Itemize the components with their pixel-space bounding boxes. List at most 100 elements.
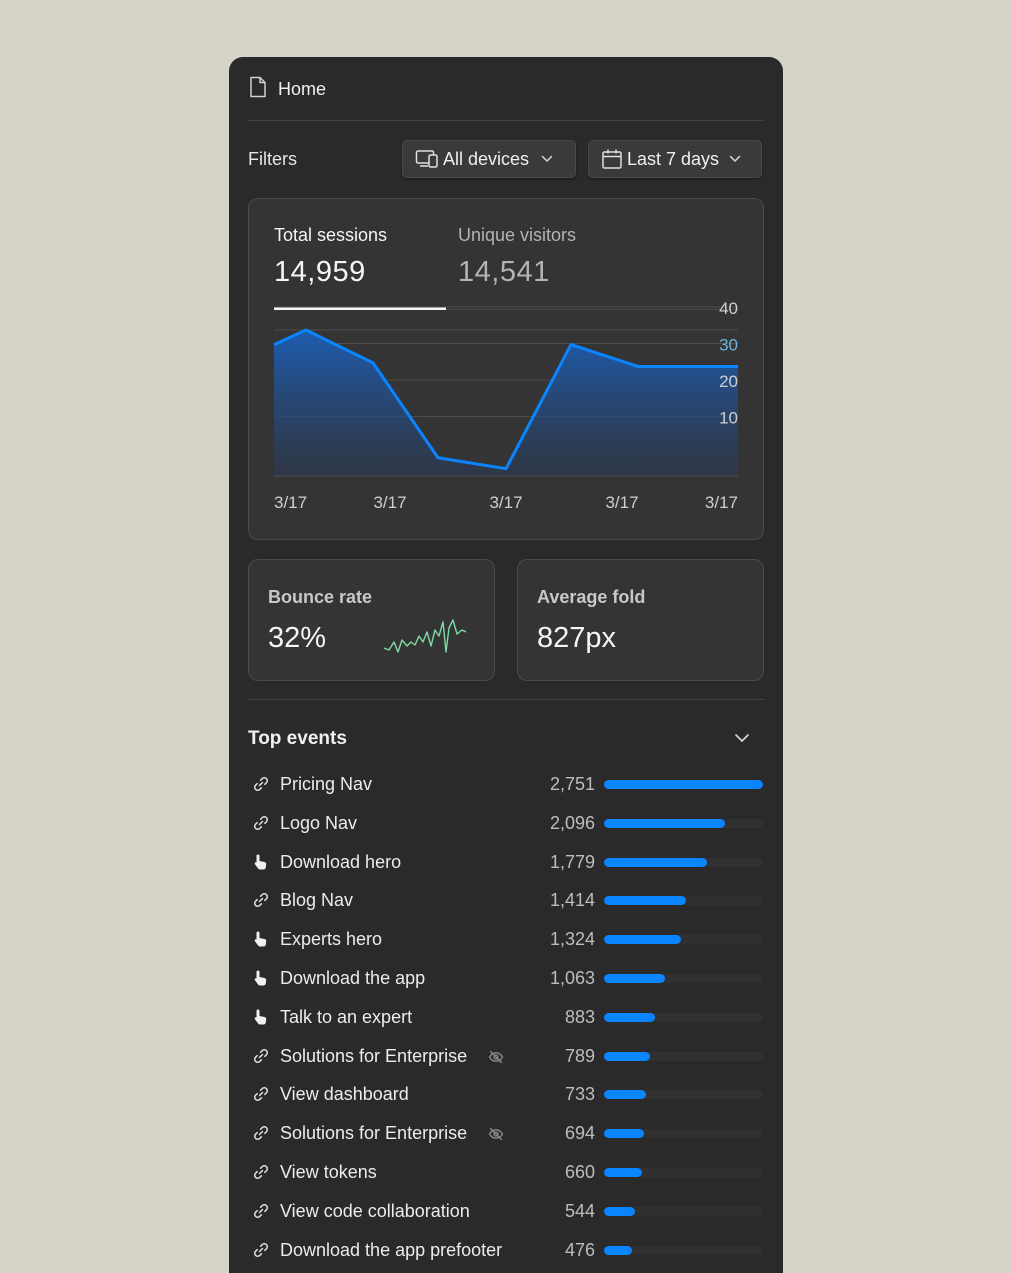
event-name: View dashboard bbox=[280, 1084, 409, 1105]
event-bar bbox=[604, 1051, 650, 1061]
devices-icon bbox=[415, 149, 439, 169]
event-bar-track bbox=[604, 1051, 763, 1061]
x-tick-label: 3/17 bbox=[705, 493, 738, 512]
sessions-chart-card: Total sessions 14,959 Unique visitors 14… bbox=[248, 198, 764, 540]
event-row[interactable]: View dashboard 733 bbox=[248, 1079, 764, 1109]
event-name: View tokens bbox=[280, 1162, 377, 1182]
event-bar bbox=[604, 818, 725, 828]
analytics-panel: Home Filters All devices Last 7 days Tot… bbox=[229, 57, 783, 1273]
link-icon bbox=[252, 1241, 270, 1259]
link-icon bbox=[252, 775, 270, 793]
event-row[interactable]: Blog Nav 1,414 bbox=[248, 885, 764, 915]
event-bar-track bbox=[604, 896, 763, 906]
top-events-title: Top events bbox=[248, 728, 347, 749]
event-bar bbox=[604, 935, 681, 945]
link-icon bbox=[252, 1047, 270, 1065]
eye-off-icon bbox=[488, 1126, 504, 1142]
event-row[interactable]: View code collaboration 544 bbox=[248, 1196, 764, 1226]
event-count: 789 bbox=[564, 1045, 595, 1066]
event-count: 1,324 bbox=[549, 929, 595, 950]
event-name: Blog Nav bbox=[280, 890, 354, 911]
link-icon bbox=[252, 1085, 270, 1103]
sessions-chart: 40 30 20 10 3/17 3/17 3/17 3/17 3/17 bbox=[273, 299, 738, 512]
event-count: 1,779 bbox=[549, 851, 595, 872]
pointer-icon bbox=[252, 969, 270, 987]
event-row[interactable]: View tokens 660 bbox=[248, 1157, 764, 1187]
event-bar-track bbox=[604, 1245, 763, 1255]
average-fold-card: Average fold 827px bbox=[517, 559, 764, 681]
bounce-rate-card: Bounce rate 32% bbox=[248, 559, 495, 681]
event-bar-track bbox=[604, 1206, 763, 1216]
devices-dropdown-label: All devices bbox=[443, 148, 530, 169]
event-name: View code collaboration bbox=[280, 1200, 470, 1221]
x-tick-label: 3/17 bbox=[274, 493, 307, 512]
page-icon bbox=[248, 76, 268, 103]
pointer-icon bbox=[252, 853, 270, 871]
event-bar bbox=[604, 780, 763, 789]
link-icon bbox=[252, 814, 270, 832]
chevron-down-icon[interactable] bbox=[734, 730, 750, 748]
event-bar bbox=[604, 1129, 644, 1139]
event-name: Experts hero bbox=[280, 929, 383, 950]
event-row[interactable]: Download the app 1,063 bbox=[248, 963, 764, 993]
event-row[interactable]: Talk to an expert 883 bbox=[248, 1002, 764, 1032]
event-bar-track bbox=[604, 1012, 763, 1022]
event-bar bbox=[604, 896, 686, 906]
event-row[interactable]: Pricing Nav 2,751 bbox=[248, 769, 764, 799]
event-bar-track bbox=[604, 1168, 763, 1177]
bounce-rate-label: Bounce rate bbox=[268, 587, 373, 607]
event-bar bbox=[604, 857, 707, 867]
event-count: 883 bbox=[564, 1006, 595, 1027]
event-name: Download the app bbox=[280, 968, 426, 988]
date-range-dropdown-label: Last 7 days bbox=[627, 148, 720, 169]
breadcrumb[interactable]: Home bbox=[248, 76, 326, 103]
event-row[interactable]: Logo Nav 2,096 bbox=[248, 808, 764, 838]
event-count: 2,096 bbox=[549, 812, 595, 833]
devices-dropdown[interactable]: All devices bbox=[402, 140, 576, 178]
link-icon bbox=[252, 1202, 270, 1220]
event-count: 1,414 bbox=[549, 890, 595, 911]
event-bar-track bbox=[604, 1090, 763, 1100]
date-range-dropdown[interactable]: Last 7 days bbox=[588, 140, 762, 178]
event-bar bbox=[604, 1012, 655, 1022]
bounce-rate-value: 32% bbox=[268, 622, 327, 654]
event-count: 544 bbox=[564, 1200, 595, 1221]
event-bar-track bbox=[604, 935, 763, 945]
event-row[interactable]: Solutions for Enterprise 694 bbox=[248, 1118, 764, 1148]
average-fold-label: Average fold bbox=[537, 587, 646, 607]
event-row[interactable]: Solutions for Enterprise 789 bbox=[248, 1041, 764, 1071]
x-tick-label: 3/17 bbox=[605, 493, 638, 512]
y-tick-label: 40 bbox=[719, 299, 738, 318]
average-fold-value: 827px bbox=[537, 622, 617, 654]
event-name: Talk to an expert bbox=[280, 1006, 413, 1027]
event-row[interactable]: Download hero 1,779 bbox=[248, 847, 764, 877]
event-bar-track bbox=[604, 1129, 763, 1139]
event-name: Pricing Nav bbox=[280, 774, 373, 794]
x-tick-label: 3/17 bbox=[373, 493, 406, 512]
header-divider bbox=[248, 120, 764, 121]
chart-area-fill bbox=[274, 330, 738, 476]
event-bar-track bbox=[604, 780, 763, 789]
y-tick-label: 10 bbox=[719, 409, 738, 428]
event-bar-track bbox=[604, 818, 763, 828]
event-name: Solutions for Enterprise bbox=[280, 1123, 468, 1144]
event-name: Solutions for Enterprise bbox=[280, 1045, 468, 1066]
event-bar bbox=[604, 1168, 642, 1177]
event-row[interactable]: Download the app prefooter 476 bbox=[248, 1235, 764, 1265]
event-count: 2,751 bbox=[549, 774, 595, 794]
event-bar bbox=[604, 974, 665, 983]
link-icon bbox=[252, 1163, 270, 1181]
event-name: Logo Nav bbox=[280, 812, 358, 833]
event-count: 694 bbox=[564, 1123, 595, 1144]
calendar-icon bbox=[601, 148, 623, 170]
event-row[interactable]: Experts hero 1,324 bbox=[248, 924, 764, 954]
event-count: 733 bbox=[564, 1084, 595, 1105]
filters-label: Filters bbox=[248, 149, 297, 169]
x-tick-label: 3/17 bbox=[489, 493, 522, 512]
link-icon bbox=[252, 891, 270, 909]
event-bar bbox=[604, 1206, 635, 1216]
eye-off-icon bbox=[488, 1049, 504, 1065]
y-tick-label: 30 bbox=[719, 336, 738, 355]
event-bar bbox=[604, 1090, 646, 1100]
event-name: Download the app prefooter bbox=[280, 1239, 503, 1260]
